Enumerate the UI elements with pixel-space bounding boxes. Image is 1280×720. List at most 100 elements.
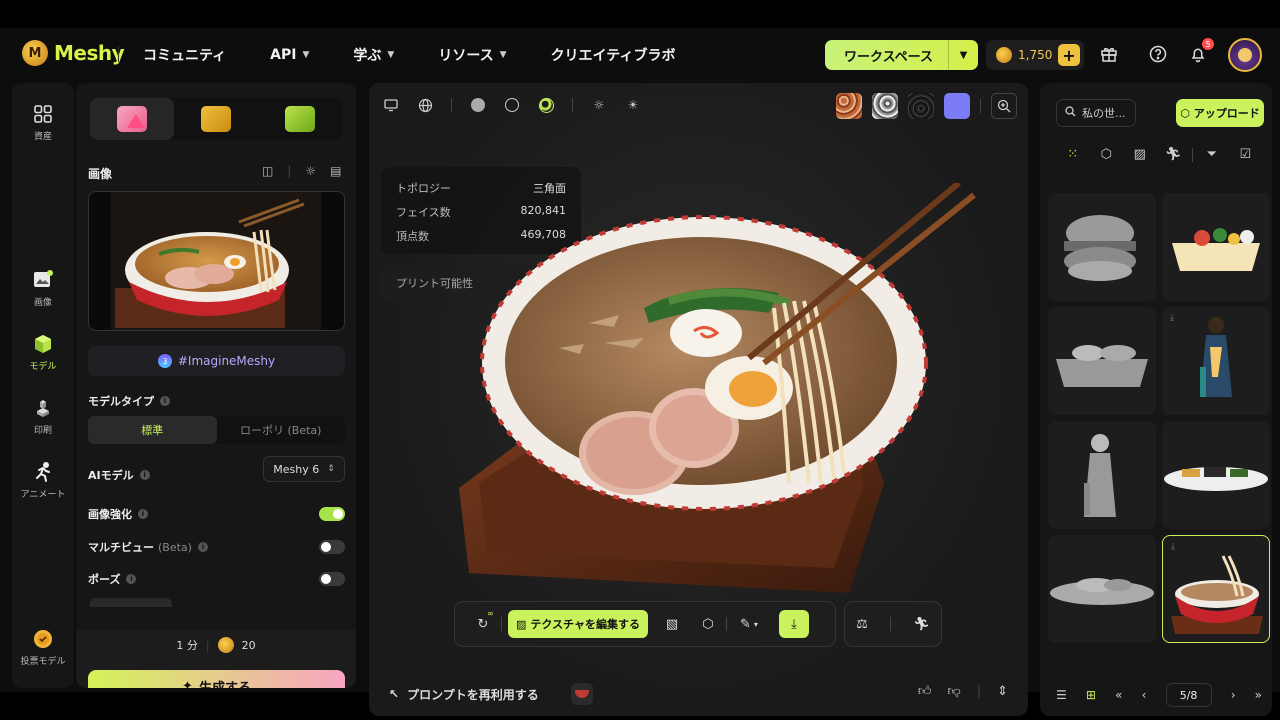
download-button[interactable]: ⤓ (778, 610, 809, 638)
remesh-icon[interactable]: ↻ ∞ (465, 609, 501, 632)
ramen-3d-model[interactable] (439, 180, 979, 593)
asset-gray-tub[interactable] (1048, 307, 1156, 415)
tab-text-to-3d[interactable] (258, 98, 342, 140)
brush-dropdown-icon[interactable]: ✎ ▾ (727, 617, 771, 632)
workspace-button[interactable]: ワークスペース ▼ (825, 40, 978, 70)
asset-kimono-figure[interactable]: ⤓ (1162, 307, 1270, 415)
swatch-normal[interactable] (944, 93, 970, 119)
pose-toggle[interactable] (319, 572, 345, 586)
solid-shading-icon[interactable] (470, 97, 486, 113)
divider (501, 617, 502, 631)
info-icon[interactable]: i (160, 396, 170, 406)
enhance-label: 画像強化 (88, 508, 132, 521)
model-type-lowpoly[interactable]: ローポリ (Beta) (217, 416, 346, 444)
add-credits-button[interactable]: + (1058, 44, 1080, 66)
asset-food-tub[interactable] (1162, 193, 1270, 301)
library-pagination: ☰ ⊞ « ‹ 5/8 › » (1056, 683, 1262, 707)
compare-icon[interactable]: ◫ (262, 164, 273, 178)
light-dim-icon[interactable]: ☼ (591, 97, 607, 113)
nav-community[interactable]: コミュニティ (143, 45, 226, 65)
workspace-label: ワークスペース (843, 49, 934, 65)
tab-image-to-3d[interactable] (90, 98, 174, 140)
list-view-icon[interactable]: ☰ (1056, 688, 1067, 702)
page-indicator[interactable]: 5/8 (1165, 683, 1212, 707)
rail-animate[interactable]: アニメート (12, 461, 74, 500)
tab-multi-image[interactable] (174, 98, 258, 140)
swatch-metallic[interactable] (908, 93, 934, 119)
asset-ramen-selected[interactable]: ⤓ (1162, 535, 1270, 643)
thumbs-down-icon[interactable]: 👎︎ (948, 684, 961, 699)
swatch-base-color[interactable] (836, 93, 862, 119)
info-icon[interactable]: i (197, 542, 208, 552)
gift-icon[interactable] (1099, 44, 1119, 64)
reference-image[interactable] (88, 191, 345, 331)
animation-filter-icon[interactable]: 🏃︎ (1157, 147, 1191, 162)
generate-button[interactable]: ✦ 生成する (88, 670, 345, 688)
prompt-thumbnail[interactable] (570, 683, 593, 705)
upload-button[interactable]: ⬡ アップロード (1176, 99, 1264, 127)
texture-filter-icon[interactable]: ▨ (1123, 147, 1157, 162)
last-page-icon[interactable]: » (1255, 688, 1262, 702)
filter-icon[interactable]: ⏷ (1195, 147, 1229, 162)
model-type-standard[interactable]: 標準 (88, 416, 217, 444)
panel-icon[interactable]: ▤ (330, 164, 341, 178)
monitor-icon[interactable] (383, 97, 399, 113)
avatar[interactable] (1228, 38, 1262, 72)
grid-view-icon[interactable]: ⊞ (1086, 688, 1096, 702)
nav-api[interactable]: API ▼ (270, 45, 309, 65)
info-icon[interactable]: i (138, 509, 148, 519)
grid-dots-icon[interactable]: ⁙ (1056, 147, 1090, 162)
library-filters: ⁙ ⬡ ▨ 🏃︎ ⏷ ☑ (1056, 147, 1262, 162)
thumbs-up-icon[interactable]: 👍︎ (918, 684, 932, 699)
cube-filter-icon[interactable]: ⬡ (1090, 147, 1124, 162)
enhance-toggle[interactable] (319, 507, 345, 521)
first-page-icon[interactable]: « (1115, 688, 1122, 702)
rail-print[interactable]: 印刷 (12, 397, 74, 436)
prev-page-icon[interactable]: ‹ (1142, 688, 1147, 702)
logo[interactable]: M Meshy (22, 40, 125, 66)
rail-image[interactable]: 画像 (12, 269, 74, 308)
info-icon[interactable]: i (126, 574, 137, 584)
rail-vote[interactable]: 投票モデル (12, 628, 74, 667)
multiview-toggle[interactable] (319, 540, 345, 554)
asset-gray-plate[interactable] (1048, 535, 1156, 643)
credits-display[interactable]: 1,750 + (986, 40, 1084, 70)
rail-assets[interactable]: 資産 (12, 103, 74, 142)
help-icon[interactable] (1148, 44, 1168, 64)
cube-wire-icon[interactable]: ⬡ (690, 617, 726, 632)
select-checkbox-icon[interactable]: ☑ (1229, 147, 1263, 162)
pose-option[interactable] (90, 598, 172, 607)
nav-resources[interactable]: リソース ▼ (438, 45, 506, 65)
globe-icon[interactable] (417, 97, 433, 113)
wire-shading-icon[interactable] (504, 97, 520, 113)
expand-icon[interactable]: ⇕ (997, 684, 1008, 699)
light-icon[interactable]: ☼ (305, 164, 316, 178)
nav-learn[interactable]: 学ぶ ▼ (353, 45, 394, 65)
arrow-up-left-icon: ↖ (389, 687, 400, 701)
chevron-down-icon[interactable]: ▼ (948, 40, 978, 70)
rig-icon[interactable]: ⚖ (856, 617, 868, 632)
generation-panel: 画像 ◫ | ☼ ▤ 3 #ImagineMeshy モデルタイプ i 標準 ロ… (76, 83, 356, 688)
reuse-prompt[interactable]: ↖ プロンプトを再利用する (389, 683, 593, 705)
vote-medal-icon (32, 628, 54, 650)
swatch-roughness[interactable] (872, 93, 898, 119)
asset-burger[interactable] (1048, 193, 1156, 301)
next-page-icon[interactable]: › (1231, 688, 1236, 702)
texture-shading-icon[interactable] (538, 97, 554, 113)
info-icon[interactable]: i (139, 470, 150, 480)
imagine-meshy-tag[interactable]: 3 #ImagineMeshy (88, 346, 345, 376)
asset-gray-figure[interactable] (1048, 421, 1156, 529)
model-viewer[interactable]: ☼ ☀ トポロジー 三角面 フェイス数 820,841 頂点数 469,708 プリン… (369, 83, 1028, 716)
ai-model-select[interactable]: Meshy 6 ⇕ (263, 456, 345, 482)
feedback-controls: 👍︎ 👎︎ | ⇕ (917, 684, 1008, 699)
brand-name: Meshy (54, 41, 125, 65)
asset-sushi-plate[interactable] (1162, 421, 1270, 529)
rail-model[interactable]: モデル (12, 333, 74, 372)
search-input[interactable]: 私の世... (1056, 99, 1136, 127)
animate-icon[interactable]: 🏃︎ (913, 617, 930, 632)
edit-texture-button[interactable]: ▨ テクスチャを編集する (508, 610, 648, 638)
light-bright-icon[interactable]: ☀ (625, 97, 641, 113)
zoom-inspect-icon[interactable] (991, 93, 1017, 119)
texture-pattern-icon[interactable]: ▧ (654, 617, 690, 632)
nav-creative-lab[interactable]: クリエイティブラボ (551, 45, 676, 65)
